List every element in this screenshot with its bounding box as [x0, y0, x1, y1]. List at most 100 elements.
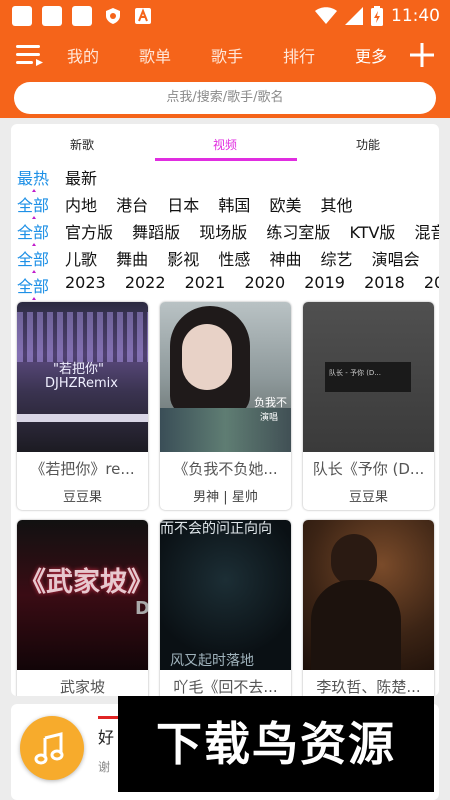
filter-option[interactable]: 练习室版: [266, 223, 330, 242]
filter-option[interactable]: 2017: [424, 273, 439, 292]
video-thumbnail[interactable]: 队长 - 予你 (D...: [303, 302, 434, 452]
subtab-new-songs[interactable]: 新歌: [70, 136, 94, 153]
search-input[interactable]: 点我/搜索/歌手/歌名: [14, 82, 436, 114]
status-bar: 11:40: [0, 0, 450, 32]
subtab-functions[interactable]: 功能: [356, 136, 380, 153]
filter-option[interactable]: KTV版: [349, 223, 395, 242]
filter-option[interactable]: 儿歌: [65, 250, 97, 269]
thumb-caption: 《武家坡》: [19, 567, 148, 598]
filter-option[interactable]: 韩国: [218, 196, 250, 215]
video-card[interactable]: "若把你" DJHZRemix 《若把你》re... 豆豆果: [17, 302, 148, 510]
filter-option[interactable]: 2018: [364, 273, 405, 292]
filter-option[interactable]: 舞蹈版: [132, 223, 180, 242]
subtab-indicator: [155, 158, 297, 161]
video-author: 豆豆果: [62, 490, 102, 505]
app-icon: [72, 6, 92, 26]
tab-singers[interactable]: 歌手: [211, 43, 243, 67]
thumb-caption: 负我不: [254, 396, 287, 409]
filter-option[interactable]: 最新: [65, 169, 97, 188]
filter-option[interactable]: 影视: [167, 250, 199, 269]
video-card[interactable]: 《武家坡》 D 武家坡: [17, 520, 148, 696]
filter-items: 内地 港台 日本 韩国 欧美 其他: [65, 192, 367, 216]
font-icon: [135, 8, 151, 24]
menu-icon[interactable]: [16, 42, 44, 68]
filter-option[interactable]: 其他: [321, 196, 353, 215]
player-progress: [98, 716, 120, 719]
video-thumbnail[interactable]: 而不会的问正向向 风又起时落地: [160, 520, 291, 670]
player-song-artist: 谢: [98, 760, 111, 774]
filter-items: 2023 2022 2021 2020 2019 2018 2017 2: [65, 273, 439, 292]
top-nav: 我的 歌单 歌手 排行 更多: [0, 32, 450, 78]
filter-option[interactable]: 内地: [65, 196, 97, 215]
filter-label[interactable]: 最热: [17, 165, 49, 192]
video-thumbnail[interactable]: [303, 520, 434, 670]
video-panel: 新歌 视频 功能 最热 最新 全部 内地 港台 日本 韩国 欧美 其他 全部 官…: [11, 124, 439, 696]
video-thumbnail[interactable]: 《武家坡》 D: [17, 520, 148, 670]
tab-more[interactable]: 更多: [355, 43, 387, 67]
battery-icon: [371, 6, 383, 26]
wifi-icon: [315, 7, 337, 24]
video-author: 豆豆果: [348, 490, 388, 505]
tab-mine[interactable]: 我的: [67, 43, 99, 67]
thumb-caption: D: [135, 598, 148, 619]
thumb-desk: [17, 414, 148, 422]
music-note-icon: [34, 732, 64, 765]
filter-row-version: 全部 官方版 舞蹈版 现场版 练习室版 KTV版 混音: [11, 219, 439, 246]
thumb-caption: 风又起时落地: [170, 653, 254, 669]
video-thumbnail[interactable]: 负我不 演唱: [160, 302, 291, 452]
thumb-caption: 队长 - 予你 (D...: [329, 369, 381, 377]
filter-option[interactable]: 现场版: [199, 223, 247, 242]
filter-option[interactable]: 2023: [65, 273, 106, 292]
filter-label[interactable]: 全部: [17, 273, 49, 300]
video-title: 李玖哲、陈楚...: [316, 678, 421, 696]
player-song-title: 好: [98, 728, 115, 747]
filter-option[interactable]: 2019: [304, 273, 345, 292]
thumb-caption: "若把你": [53, 362, 104, 377]
thumb-head: [331, 534, 377, 586]
video-card[interactable]: 李玖哲、陈楚...: [303, 520, 434, 696]
filter-items: 最新: [65, 165, 111, 189]
watermark: 下载鸟资源: [118, 696, 434, 792]
thumb-body: [311, 580, 401, 670]
filter-label[interactable]: 全部: [17, 192, 49, 219]
tab-charts[interactable]: 排行: [283, 43, 315, 67]
tab-playlists[interactable]: 歌单: [139, 43, 171, 67]
filter-row-sort: 最热 最新: [11, 165, 439, 192]
thumb-face: [182, 324, 232, 390]
video-title: 队长《予你 (D...: [312, 460, 425, 478]
thumb-caption: 演唱: [260, 413, 279, 423]
filter-option[interactable]: 综艺: [321, 250, 353, 269]
video-title: 吖毛《回不去...: [173, 678, 278, 696]
filter-label[interactable]: 全部: [17, 246, 49, 273]
plus-icon[interactable]: [405, 38, 439, 72]
thumb-caption: DJHZRemix: [45, 376, 118, 391]
video-card[interactable]: 队长 - 予你 (D... 队长《予你 (D... 豆豆果: [303, 302, 434, 510]
video-card[interactable]: 而不会的问正向向 风又起时落地 吖毛《回不去...: [160, 520, 291, 696]
filter-option[interactable]: 2021: [185, 273, 226, 292]
filter-option[interactable]: 神曲: [269, 250, 301, 269]
filter-label[interactable]: 全部: [17, 219, 49, 246]
subtab-videos[interactable]: 视频: [213, 136, 237, 153]
thumb-pattern: [17, 312, 148, 362]
filter-option[interactable]: 2020: [244, 273, 285, 292]
filter-option[interactable]: 性感: [218, 250, 250, 269]
filter-option[interactable]: 混音: [415, 223, 439, 242]
video-thumbnail[interactable]: "若把你" DJHZRemix: [17, 302, 148, 452]
player-disc[interactable]: [20, 716, 84, 780]
video-title: 《负我不负她...: [173, 460, 278, 478]
signal-icon: [345, 7, 363, 25]
filter-option[interactable]: 2022: [125, 273, 166, 292]
filter-items: 儿歌 舞曲 影视 性感 神曲 综艺 演唱会 热门: [65, 246, 439, 270]
filter-option[interactable]: 日本: [167, 196, 199, 215]
filter-row-region: 全部 内地 港台 日本 韩国 欧美 其他: [11, 192, 439, 219]
video-author: 男神 | 星帅: [193, 490, 258, 505]
filter-option[interactable]: 港台: [116, 196, 148, 215]
filter-option[interactable]: 官方版: [65, 223, 113, 242]
video-card[interactable]: 负我不 演唱 《负我不负她... 男神 | 星帅: [160, 302, 291, 510]
filter-option[interactable]: 舞曲: [116, 250, 148, 269]
filter-option[interactable]: 演唱会: [372, 250, 420, 269]
filter-option[interactable]: 欧美: [269, 196, 301, 215]
app-icon: [12, 6, 32, 26]
video-title: 武家坡: [59, 678, 105, 696]
clock: 11:40: [391, 6, 440, 26]
